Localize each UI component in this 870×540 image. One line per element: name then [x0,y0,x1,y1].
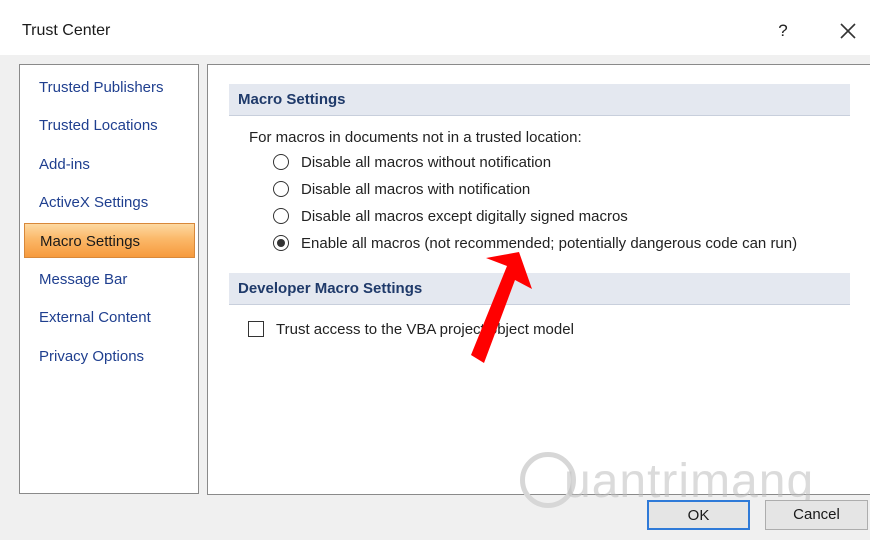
radio-button[interactable] [273,208,289,224]
sidebar-item-trusted-locations[interactable]: Trusted Locations [24,108,195,143]
close-button[interactable] [834,16,862,46]
vba-trust-checkbox[interactable] [248,321,264,337]
trust-center-dialog: Trust Center ? Trusted Publishers Truste… [0,0,870,540]
title-bar: Trust Center ? [0,0,870,55]
radio-option-enable-all[interactable]: Enable all macros (not recommended; pote… [273,232,797,254]
sidebar-item-add-ins[interactable]: Add-ins [24,147,195,182]
sidebar-item-privacy-options[interactable]: Privacy Options [24,339,195,374]
dialog-title: Trust Center [22,22,111,39]
radio-button[interactable] [273,181,289,197]
sidebar-nav: Trusted Publishers Trusted Locations Add… [19,64,199,494]
vba-trust-option[interactable]: Trust access to the VBA project object m… [248,318,574,340]
radio-label: Enable all macros (not recommended; pote… [301,234,798,252]
radio-option-disable-with-notification[interactable]: Disable all macros with notification [273,178,530,200]
macro-settings-header: Macro Settings [229,84,850,116]
help-button[interactable]: ? [770,16,796,46]
radio-label: Disable all macros except digitally sign… [301,207,628,225]
sidebar-item-activex-settings[interactable]: ActiveX Settings [24,185,195,220]
radio-button[interactable] [273,154,289,170]
settings-panel: Macro Settings For macros in documents n… [207,64,870,495]
sidebar-item-message-bar[interactable]: Message Bar [24,262,195,297]
radio-option-disable-except-signed[interactable]: Disable all macros except digitally sign… [273,205,628,227]
ok-button[interactable]: OK [647,500,750,530]
radio-label: Disable all macros with notification [301,180,531,198]
radio-button-checked[interactable] [273,235,289,251]
sidebar-item-trusted-publishers[interactable]: Trusted Publishers [24,70,195,105]
radio-label: Disable all macros without notification [301,153,552,171]
macro-settings-intro: For macros in documents not in a trusted… [249,129,582,146]
sidebar-item-macro-settings[interactable]: Macro Settings [24,223,195,258]
sidebar-item-external-content[interactable]: External Content [24,300,195,335]
developer-settings-header: Developer Macro Settings [229,273,850,305]
cancel-button[interactable]: Cancel [765,500,868,530]
close-icon [840,23,856,39]
radio-option-disable-no-notification[interactable]: Disable all macros without notification [273,151,551,173]
vba-trust-label: Trust access to the VBA project object m… [276,320,574,338]
